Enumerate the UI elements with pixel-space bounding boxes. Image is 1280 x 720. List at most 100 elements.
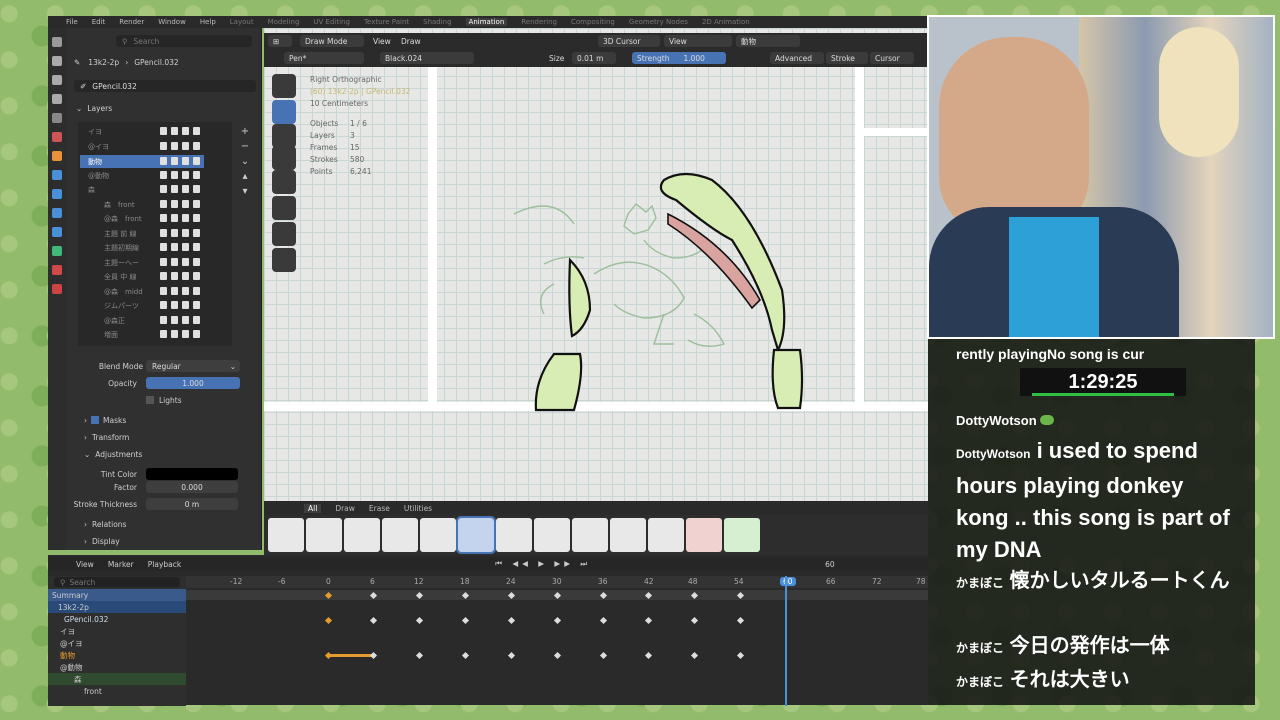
keyframe[interactable] (415, 616, 424, 625)
keyframe[interactable] (736, 651, 745, 660)
layer-row[interactable]: @動物 (80, 169, 204, 182)
menu-view[interactable]: View (368, 35, 396, 47)
eyedropper-tool-icon[interactable] (272, 222, 296, 246)
keyframe[interactable] (736, 616, 745, 625)
fill-tool-icon[interactable] (272, 124, 296, 148)
layer-row[interactable]: @イヨ (80, 140, 204, 153)
menu-file[interactable]: File (66, 18, 78, 26)
layer-visibility-icons[interactable] (160, 243, 200, 251)
channel-layer[interactable]: イヨ (48, 625, 186, 637)
brush-marker-icon[interactable] (382, 518, 418, 552)
breadcrumb-data[interactable]: GPencil.032 (134, 58, 178, 67)
layer-row[interactable]: @森 midd (80, 285, 204, 298)
brush-tint-icon[interactable] (724, 518, 760, 552)
layer-visibility-icons[interactable] (160, 229, 200, 237)
layer-row[interactable]: 増面 (80, 328, 204, 341)
channel-layer-active[interactable]: 動物 (48, 649, 186, 661)
layer-visibility-icons[interactable] (160, 301, 200, 309)
material-select[interactable]: Black.024 (380, 52, 474, 64)
ruler-current-frame[interactable]: 60 (780, 577, 796, 586)
keyframe[interactable] (369, 616, 378, 625)
mode-select[interactable]: Draw Mode (300, 35, 364, 47)
remove-layer-icon[interactable]: − (238, 139, 252, 154)
layer-row[interactable]: ジムパーツ (80, 299, 204, 312)
layer-row[interactable]: @森 front (80, 212, 204, 225)
timeline-marker-menu[interactable]: Marker (108, 560, 134, 569)
layer-visibility-icons[interactable] (160, 127, 200, 135)
timeline-playback-menu[interactable]: Playback (148, 560, 181, 569)
layer-visibility-icons[interactable] (160, 316, 200, 324)
menu-window[interactable]: Window (158, 18, 186, 26)
menu-edit[interactable]: Edit (92, 18, 106, 26)
size-field[interactable]: 0.01 m (572, 52, 616, 64)
stroke-thickness-field[interactable]: 0 m (146, 498, 238, 510)
keyframe[interactable] (369, 651, 378, 660)
move-layer-up-icon[interactable]: ▴ (238, 169, 252, 184)
layer-visibility-icons[interactable] (160, 272, 200, 280)
layer-visibility-icons[interactable] (160, 330, 200, 338)
constraint-icon[interactable] (52, 227, 62, 237)
object-icon[interactable] (52, 151, 62, 161)
opacity-slider[interactable]: 1.000 (146, 377, 240, 389)
layer-row[interactable]: 主題初期線 (80, 241, 204, 254)
tab-texture-paint[interactable]: Texture Paint (364, 18, 409, 26)
modifier-icon[interactable] (52, 170, 62, 180)
channel-layer[interactable]: @動物 (48, 661, 186, 673)
cursor-tool-icon[interactable] (272, 74, 296, 98)
playback-controls[interactable]: ⏮ ◀◀ ▶ ▶▶ ⏭ (495, 559, 591, 569)
tint-tool-icon[interactable] (272, 170, 296, 194)
data-name-field[interactable]: ✐ GPencil.032 (74, 80, 256, 92)
keyframe[interactable] (599, 651, 608, 660)
cutter-tool-icon[interactable] (272, 196, 296, 220)
keyframe[interactable] (690, 651, 699, 660)
tab-shading[interactable]: Shading (423, 18, 451, 26)
cursor-dropdown[interactable]: Cursor (870, 52, 914, 64)
brush-texture-icon[interactable] (496, 518, 532, 552)
layer-visibility-icons[interactable] (160, 142, 200, 150)
current-frame-field[interactable]: 60 (825, 560, 835, 569)
layer-row-active[interactable]: 動物 (80, 155, 204, 168)
line-tool-icon[interactable] (272, 248, 296, 272)
move-layer-down-icon[interactable]: ▾ (238, 184, 252, 199)
brush-tab-utilities[interactable]: Utilities (404, 504, 432, 513)
brush-tab-erase[interactable]: Erase (369, 504, 390, 513)
output-icon[interactable] (52, 75, 62, 85)
keyframe[interactable] (553, 616, 562, 625)
view-select[interactable]: View (664, 35, 732, 47)
relations-section[interactable]: › Relations (66, 517, 261, 531)
brush-stroke-eraser-icon[interactable] (610, 518, 646, 552)
brush-ink-icon[interactable] (268, 518, 304, 552)
adjustments-section[interactable]: ⌄ Adjustments (66, 447, 261, 461)
data-icon[interactable] (52, 246, 62, 256)
physics-icon[interactable] (52, 208, 62, 218)
channel-gpencil[interactable]: GPencil.032 (48, 613, 186, 625)
keyframe[interactable] (690, 616, 699, 625)
tab-geometry-nodes[interactable]: Geometry Nodes (629, 18, 688, 26)
tab-animation[interactable]: Animation (465, 18, 508, 26)
layer-row[interactable]: 主題 前 線 (80, 227, 204, 240)
brush-hatch-icon[interactable] (534, 518, 570, 552)
factor-field[interactable]: 0.000 (146, 481, 238, 493)
brush-airbrush-icon[interactable] (420, 518, 456, 552)
brush-pencil-icon[interactable] (344, 518, 380, 552)
view-layer-icon[interactable] (52, 94, 62, 104)
keyframe[interactable] (599, 616, 608, 625)
material-icon[interactable] (52, 265, 62, 275)
layer-visibility-icons[interactable] (160, 214, 200, 222)
channel-layer[interactable]: @イヨ (48, 637, 186, 649)
keyframe[interactable] (644, 616, 653, 625)
brush-select[interactable]: Pen* (284, 52, 364, 64)
keyframe[interactable] (644, 651, 653, 660)
add-layer-icon[interactable]: + (238, 124, 252, 139)
cursor-3d-select[interactable]: 3D Cursor (598, 35, 660, 47)
brush-point-eraser-icon[interactable] (648, 518, 684, 552)
layer-row[interactable]: @森正 (80, 314, 204, 327)
keyframe[interactable] (507, 651, 516, 660)
channel-search[interactable]: ⚲ Search (54, 577, 180, 587)
erase-tool-icon[interactable] (272, 146, 296, 170)
layer-visibility-icons[interactable] (160, 185, 200, 193)
layer-visibility-icons[interactable] (160, 287, 200, 295)
menu-draw[interactable]: Draw (396, 35, 426, 47)
playhead[interactable] (785, 576, 787, 706)
tab-compositing[interactable]: Compositing (571, 18, 615, 26)
